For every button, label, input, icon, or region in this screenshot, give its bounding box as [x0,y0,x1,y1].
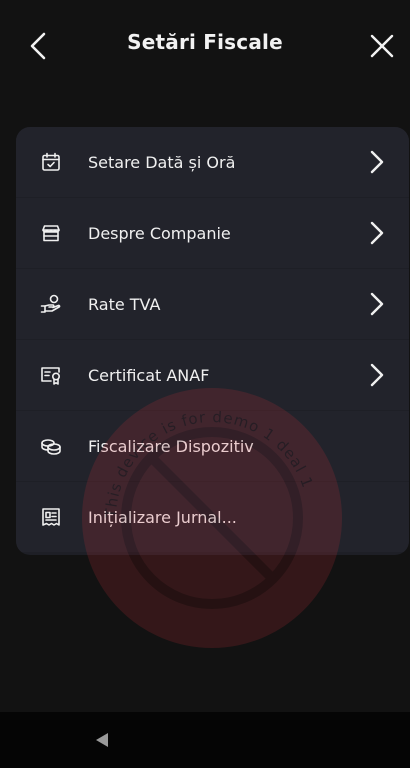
triangle-back-icon [95,732,109,748]
close-button[interactable] [364,28,400,64]
header: Setări Fiscale [0,0,410,96]
menu-item-date-time[interactable]: Setare Dată și Oră [16,127,409,197]
hand-coins-icon [40,293,62,315]
system-navbar [0,712,410,768]
page-title: Setări Fiscale [127,30,283,54]
chevron-right-icon [367,150,387,174]
chevron-right-icon [367,363,387,387]
menu-item-journal-init[interactable]: Inițializare Jurnal... [16,482,409,552]
settings-menu: Setare Dată și Oră Despre Companie Rate … [16,127,409,555]
menu-item-label: Despre Companie [88,223,231,243]
receipt-icon [40,506,62,528]
menu-item-label: Fiscalizare Dispozitiv [88,436,254,456]
menu-item-label: Rate TVA [88,294,161,314]
certificate-icon [40,364,62,386]
fiscal-settings-screen: Setări Fiscale Setare Dată și Oră Despre… [0,0,410,768]
chevron-right-icon [367,292,387,316]
chevron-right-icon [367,221,387,245]
menu-item-label: Certificat ANAF [88,365,210,385]
menu-item-label: Setare Dată și Oră [88,152,236,172]
menu-item-vat-rates[interactable]: Rate TVA [16,269,409,339]
calendar-check-icon [40,151,62,173]
menu-item-company[interactable]: Despre Companie [16,198,409,268]
store-icon [40,222,62,244]
menu-item-device-fiscalization[interactable]: Fiscalizare Dispozitiv [16,411,409,481]
nav-back-button[interactable] [92,730,112,750]
close-icon [370,34,394,58]
menu-item-anaf-certificate[interactable]: Certificat ANAF [16,340,409,410]
menu-item-label: Inițializare Jurnal... [88,507,237,527]
coins-stack-icon [40,435,62,457]
